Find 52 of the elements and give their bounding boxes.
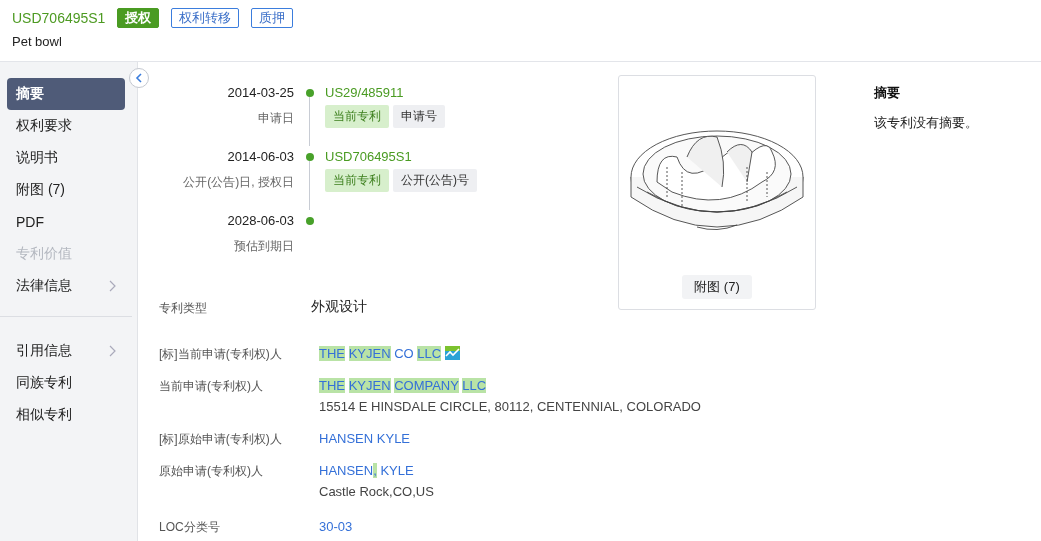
chevron-right-icon (109, 345, 116, 357)
field-label: [标]当前申请(专利权)人 (159, 346, 283, 363)
sidebar-item[interactable]: 法律信息 (7, 270, 125, 302)
applicant-link[interactable]: 30-03 (319, 519, 353, 534)
figure-card[interactable]: 附图 (7) (618, 75, 816, 310)
date: 2014-06-03 (226, 149, 294, 165)
chevron-left-icon (135, 73, 143, 83)
sidebar-item[interactable]: 同族专利 (7, 367, 125, 399)
abstract-text: 该专利没有摘要。 (874, 114, 978, 132)
patent-number: USD706495S1 (12, 10, 106, 26)
applicant-link[interactable]: THE KYJEN CO LLC (319, 346, 442, 361)
date-label: 公开(公告)日, 授权日 (182, 174, 294, 191)
date-label: 预估到期日 (233, 238, 294, 255)
status-tag[interactable]: 权利转移 (171, 8, 240, 28)
sidebar-item[interactable]: PDF (7, 206, 125, 238)
status-tag[interactable]: 质押 (251, 8, 294, 28)
address-text: 15514 E HINSDALE CIRCLE, 80112, CENTENNIAL, COLORADO (319, 399, 701, 414)
date: 2014-03-25 (226, 85, 294, 101)
collapse-button[interactable] (129, 68, 149, 88)
patent-title: Pet bowl (12, 34, 63, 49)
applicant-link[interactable]: HANSEN KYLE (319, 431, 411, 446)
date-label: 申请日 (257, 110, 294, 127)
field-label: 原始申请(专利权)人 (159, 463, 264, 480)
applicant-link[interactable]: HANSEN, KYLE (319, 463, 414, 478)
address-text: Castle Rock,CO,US (319, 484, 434, 499)
sidebar-item[interactable]: 相似专利 (7, 399, 125, 431)
timeline-dot (305, 217, 314, 225)
chevron-right-icon (109, 280, 116, 292)
chart-icon[interactable] (445, 346, 461, 360)
timeline-dot (305, 153, 314, 161)
tag: 公开(公告)号 (393, 169, 477, 192)
tag: 当前专利 (325, 169, 389, 192)
field-label: [标]原始申请(专利权)人 (159, 431, 283, 448)
field-value: 外观设计 (311, 298, 367, 316)
sidebar-item[interactable]: 摘要 (7, 78, 125, 110)
figure-button[interactable]: 附图 (7) (682, 275, 752, 299)
field-label: 专利类型 (159, 300, 207, 317)
status-tag: 授权 (117, 8, 160, 28)
tag: 当前专利 (325, 105, 389, 128)
sidebar-item[interactable]: 权利要求 (7, 110, 125, 142)
sidebar-item: 专利价值 (15, 244, 73, 263)
patent-link[interactable]: USD706495S1 (325, 149, 618, 165)
sidebar-item[interactable]: 附图 (7) (7, 174, 125, 206)
patent-link[interactable]: US29/485911 (325, 85, 618, 101)
section-title: 摘要 (874, 84, 901, 102)
field-label: LOC分类号 (159, 519, 221, 536)
date: 2028-06-03 (226, 213, 294, 229)
sidebar-item[interactable]: 引用信息 (7, 335, 125, 367)
timeline-dot (305, 89, 314, 97)
sidebar-item[interactable]: 说明书 (7, 142, 125, 174)
field-label: 当前申请(专利权)人 (159, 378, 264, 395)
tag: 申请号 (393, 105, 445, 128)
